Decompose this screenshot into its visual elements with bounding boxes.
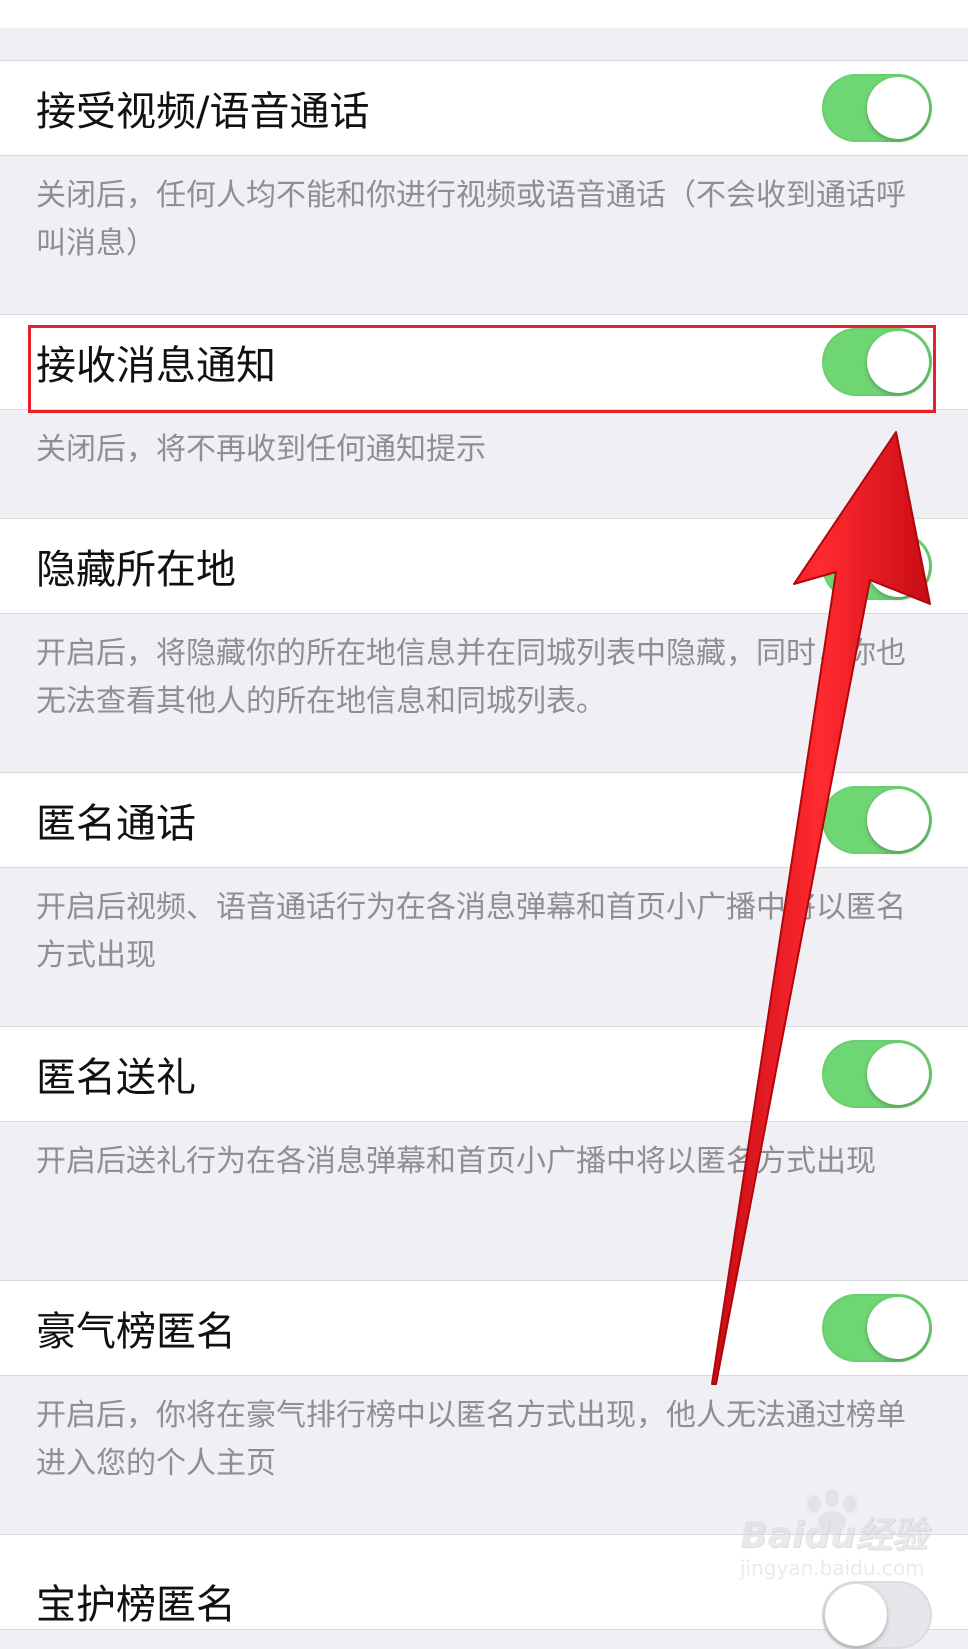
setting-row-guard-ranking-anonymous[interactable]: 宝护榜匿名 xyxy=(0,1534,968,1649)
message-notifications-toggle[interactable] xyxy=(822,328,932,396)
ranking-anonymous-toggle[interactable] xyxy=(822,1294,932,1362)
paw-icon xyxy=(807,1490,857,1533)
setting-label: 隐藏所在地 xyxy=(36,547,236,593)
toggle-knob xyxy=(867,535,929,597)
anonymous-gift-toggle[interactable] xyxy=(822,1040,932,1108)
toggle-knob xyxy=(867,1297,929,1359)
anonymous-call-toggle[interactable] xyxy=(822,786,932,854)
setting-label: 宝护榜匿名 xyxy=(36,1582,236,1628)
setting-label: 豪气榜匿名 xyxy=(36,1309,236,1355)
setting-row-anonymous-gift[interactable]: 匿名送礼 xyxy=(0,1026,968,1122)
setting-label: 匿名送礼 xyxy=(36,1055,196,1101)
setting-row-hide-location[interactable]: 隐藏所在地 xyxy=(0,518,968,614)
setting-row-accept-calls[interactable]: 接受视频/语音通话 xyxy=(0,60,968,156)
setting-row-ranking-anonymous[interactable]: 豪气榜匿名 xyxy=(0,1280,968,1376)
hide-location-toggle[interactable] xyxy=(822,532,932,600)
toggle-knob xyxy=(825,1584,887,1646)
toggle-knob xyxy=(867,331,929,393)
toggle-knob xyxy=(867,1043,929,1105)
setting-label: 接收消息通知 xyxy=(36,343,276,389)
setting-description: 开启后送礼行为在各消息弹幕和首页小广播中将以匿名方式出现 xyxy=(36,1144,876,1179)
setting-description: 关闭后，任何人均不能和你进行视频或语音通话（不会收到通话呼叫消息） xyxy=(36,178,906,261)
setting-row-message-notifications[interactable]: 接收消息通知 xyxy=(0,314,968,410)
toggle-knob xyxy=(867,77,929,139)
accept-calls-toggle[interactable] xyxy=(822,74,932,142)
setting-description: 开启后，将隐藏你的所在地信息并在同城列表中隐藏，同时，你也无法查看其他人的所在地… xyxy=(36,636,906,719)
top-bar xyxy=(0,0,968,28)
guard-ranking-anonymous-toggle[interactable] xyxy=(822,1581,932,1649)
setting-description: 关闭后，将不再收到任何通知提示 xyxy=(36,432,486,467)
setting-row-anonymous-call[interactable]: 匿名通话 xyxy=(0,772,968,868)
setting-label: 接受视频/语音通话 xyxy=(36,89,370,135)
toggle-knob xyxy=(867,789,929,851)
setting-description: 开启后，你将在豪气排行榜中以匿名方式出现，他人无法通过榜单进入您的个人主页 xyxy=(36,1398,906,1481)
setting-description: 开启后视频、语音通话行为在各消息弹幕和首页小广播中将以匿名方式出现 xyxy=(36,890,906,973)
setting-label: 匿名通话 xyxy=(36,801,196,847)
